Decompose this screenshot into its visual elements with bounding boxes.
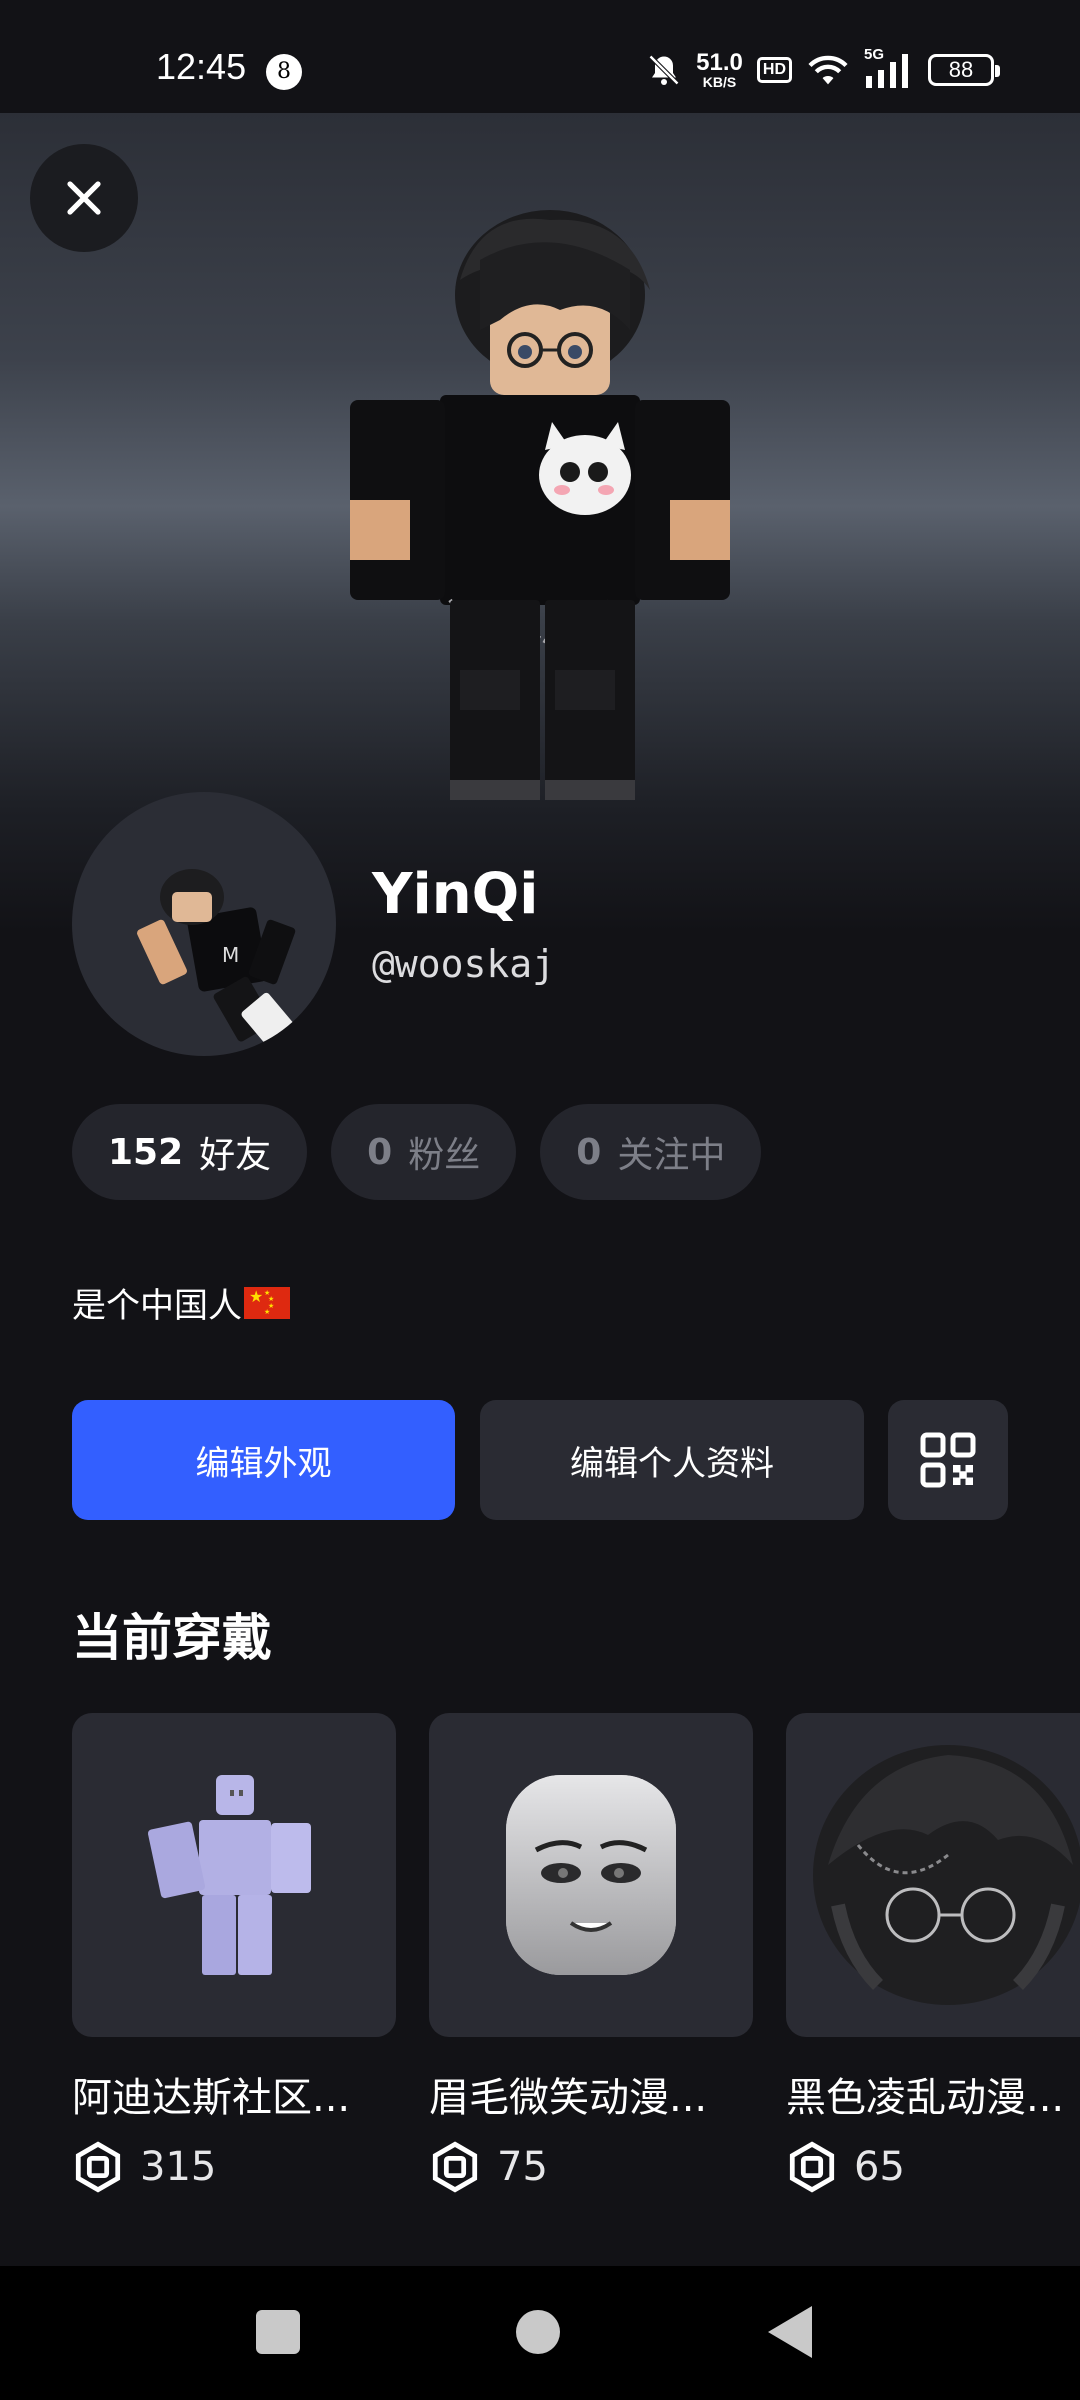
item-price-value: 75 <box>497 2144 548 2190</box>
friends-pill[interactable]: 152 好友 <box>72 1104 308 1200</box>
robux-icon <box>75 2141 121 2193</box>
status-time: 12:45 <box>156 46 247 87</box>
cellular-signal-icon: 5G <box>864 46 914 90</box>
qr-code-button[interactable] <box>888 1400 1008 1520</box>
following-pill[interactable]: 0 关注中 <box>540 1104 762 1200</box>
friends-label: 好友 <box>199 1135 272 1176</box>
close-button[interactable] <box>30 144 138 252</box>
wearing-item-card[interactable]: 眉毛微笑动漫... 75 <box>429 1713 753 2193</box>
currently-wearing-title: 当前穿戴 <box>72 1609 272 1667</box>
bell-muted-icon <box>649 54 680 86</box>
hd-badge: HD <box>756 57 792 83</box>
status-bar: 12:45 8 51.0 KB/S HD 5G 88 <box>0 0 1080 113</box>
wifi-icon <box>808 55 848 85</box>
status-icons: 51.0 KB/S HD 5G 88 <box>646 46 1000 92</box>
item-thumbnail <box>72 1713 396 2037</box>
close-icon <box>67 181 101 215</box>
svg-text:M: M <box>222 943 239 967</box>
following-label: 关注中 <box>617 1135 726 1176</box>
item-price: 315 <box>72 2141 396 2193</box>
item-name: 阿迪达斯社区... <box>72 2075 351 2121</box>
battery-indicator: 88 <box>928 54 1000 86</box>
display-name: YinQi <box>372 862 539 927</box>
item-name: 黑色凌乱动漫... <box>786 2075 1065 2121</box>
recent-apps-button[interactable] <box>256 2310 300 2354</box>
avatar-3d-figure <box>350 210 730 800</box>
qr-code-icon <box>920 1432 976 1488</box>
robux-icon <box>432 2141 478 2193</box>
item-thumbnail <box>786 1713 1080 2037</box>
edit-profile-button[interactable]: 编辑个人资料 <box>480 1400 864 1520</box>
avatar-thumbnail-icon: M <box>137 869 298 1051</box>
wearing-item-card[interactable]: 阿迪达斯社区... 315 <box>72 1713 396 2193</box>
item-price-value: 315 <box>140 2144 217 2190</box>
profile-page: 12:45 8 51.0 KB/S HD 5G 88 M YinQi @woos… <box>0 0 1080 2400</box>
bio-text: 是个中国人 <box>72 1286 242 1326</box>
wearing-item-card[interactable]: 黑色凌乱动漫... 65 <box>786 1713 1080 2193</box>
followers-count: 0 <box>367 1131 393 1173</box>
china-flag-icon: ★ ★ ★ ★ ★ <box>244 1286 290 1319</box>
following-count: 0 <box>576 1131 602 1173</box>
profile-bio: 是个中国人 ★ ★ ★ ★ ★ <box>72 1278 290 1327</box>
stats-row: 152 好友 0 粉丝 0 关注中 <box>72 1104 762 1200</box>
home-button[interactable] <box>516 2310 560 2354</box>
followers-pill[interactable]: 0 粉丝 <box>331 1104 517 1200</box>
profile-headshot[interactable]: M <box>72 792 336 1056</box>
network-speed: 51.0 KB/S <box>696 49 743 90</box>
item-price-value: 65 <box>854 2144 905 2190</box>
edit-avatar-button[interactable]: 编辑外观 <box>72 1400 455 1520</box>
face-head-icon <box>506 1775 676 1975</box>
robux-icon <box>789 2141 835 2193</box>
avatar-body-icon <box>147 1775 311 1975</box>
username: @wooskaj <box>372 942 556 986</box>
item-price: 65 <box>786 2141 1080 2193</box>
notification-count-badge: 8 <box>266 54 302 90</box>
friends-count: 152 <box>108 1131 184 1173</box>
item-price: 75 <box>429 2141 753 2193</box>
item-name: 眉毛微笑动漫... <box>429 2075 708 2121</box>
item-thumbnail <box>429 1713 753 2037</box>
followers-label: 粉丝 <box>408 1135 481 1176</box>
hair-accessory-icon <box>813 1745 1080 2005</box>
back-button[interactable] <box>768 2306 812 2358</box>
